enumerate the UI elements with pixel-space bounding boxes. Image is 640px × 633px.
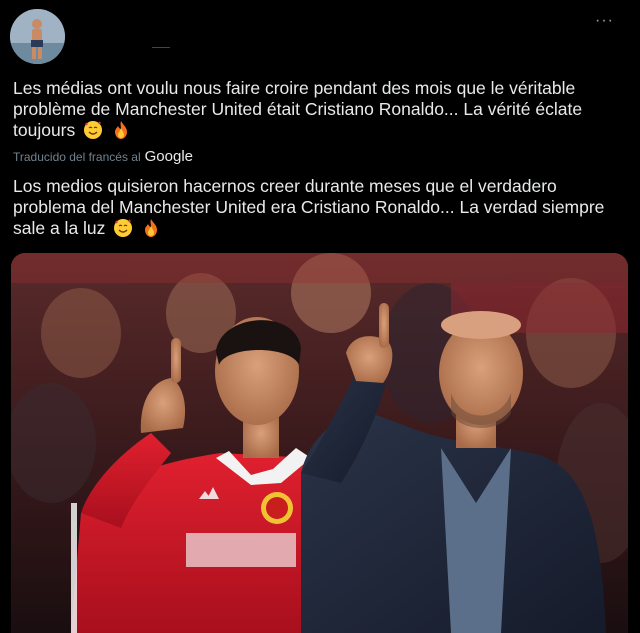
smiling-face-with-hearts-icon (84, 121, 103, 139)
username-placeholder (152, 47, 170, 48)
translation-attribution: Traducido del francés al Google (13, 148, 193, 165)
translated-text-body: Los medios quisieron hacernos creer dura… (13, 176, 605, 238)
more-options-icon[interactable]: ··· (595, 12, 614, 30)
original-text: Les médias ont voulu nous faire croire p… (13, 78, 623, 141)
person-avatar-icon (10, 9, 65, 64)
tweet-card: ··· Les médias ont voulu nous faire croi… (0, 0, 640, 633)
fire-icon (115, 121, 128, 139)
translated-from-label[interactable]: Traducido del francés al (13, 150, 141, 164)
stadium-photo-illustration (11, 253, 628, 633)
fire-icon (145, 219, 158, 237)
user-avatar[interactable] (10, 9, 65, 64)
smiling-face-with-hearts-icon (114, 219, 133, 237)
post-photo[interactable] (11, 253, 628, 633)
translated-text: Los medios quisieron hacernos creer dura… (13, 176, 623, 239)
google-logo: Google (144, 148, 193, 165)
blurred-patch (186, 533, 296, 567)
